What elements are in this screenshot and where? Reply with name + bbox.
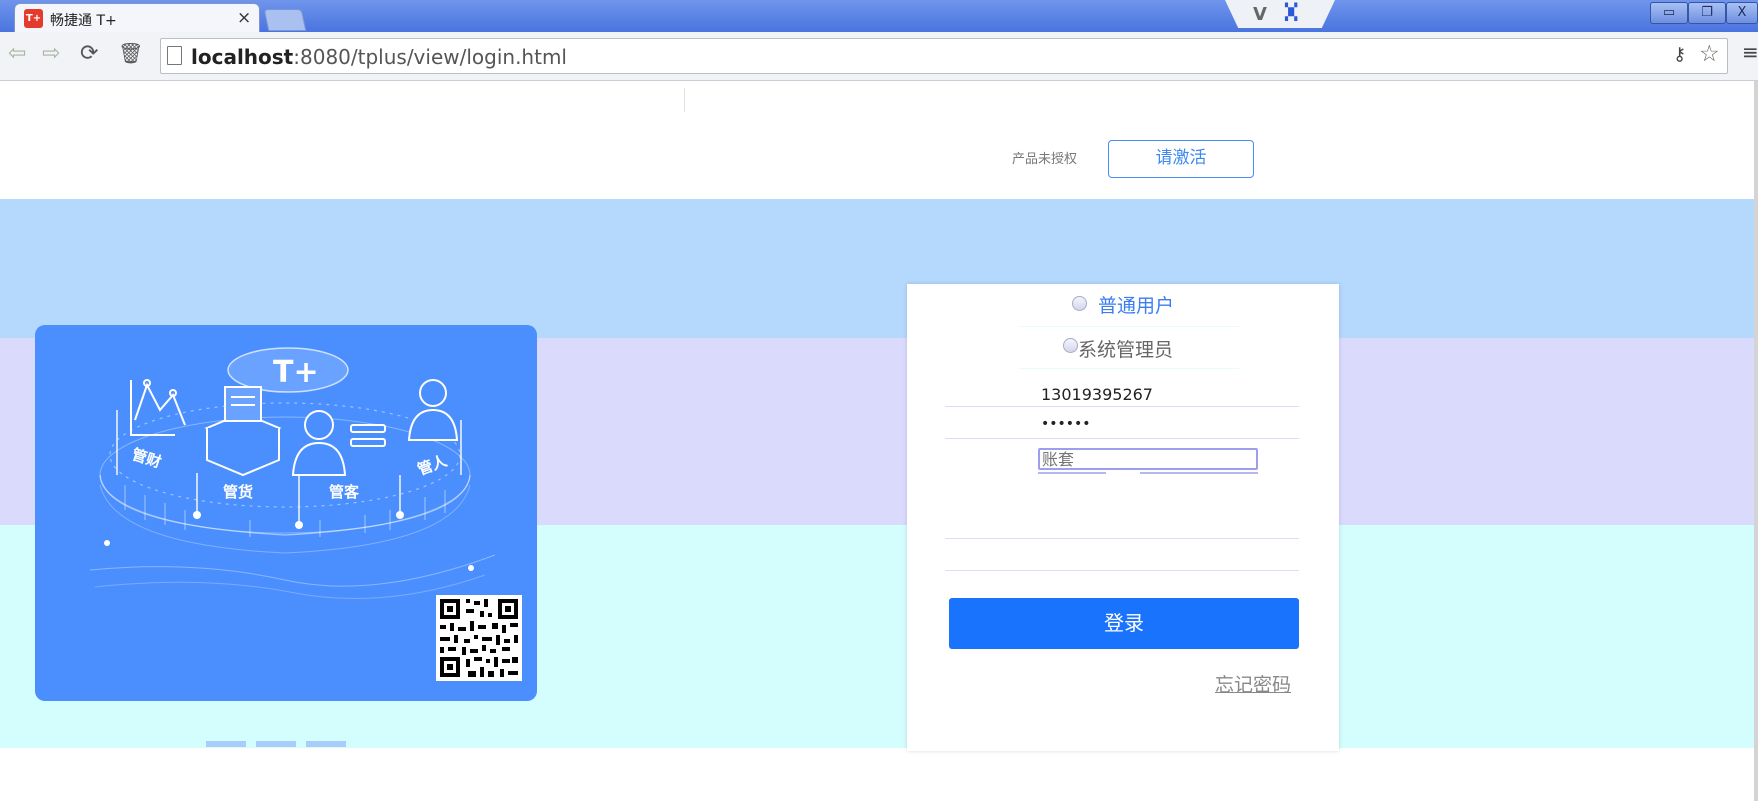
back-arrow-icon[interactable]: ⇦ xyxy=(8,41,26,66)
page-scrollbar[interactable] xyxy=(1754,81,1758,801)
role-divider xyxy=(1019,368,1239,369)
url-text[interactable]: localhost:8080/tplus/view/login.html xyxy=(191,45,567,69)
url-host: localhost xyxy=(191,45,294,69)
browser-toolbar: ⇦ ⇨ ⟳ 🗑 localhost:8080/tplus/view/login.… xyxy=(0,32,1758,81)
feature-label: 管人 xyxy=(415,451,450,479)
license-status-text: 产品未授权 xyxy=(1012,152,1078,167)
username-field[interactable]: 13019395267 xyxy=(1041,385,1153,404)
account-underline xyxy=(1038,472,1106,474)
promo-banner: T+ 管财 管货 管客 管人 xyxy=(35,325,537,701)
key-icon[interactable]: ⚷ xyxy=(1673,44,1686,65)
extension-qr-icon[interactable]: ▚▞ ▞▚ xyxy=(1285,3,1305,23)
normal-user-label[interactable]: 普通用户 xyxy=(1098,291,1174,318)
tab-title: 畅捷通 T+ xyxy=(50,13,117,29)
menu-icon[interactable]: ≡ xyxy=(1742,40,1758,64)
carousel-dot[interactable] xyxy=(256,741,296,747)
minimize-button[interactable]: ▭ xyxy=(1650,2,1688,24)
close-window-button[interactable]: X xyxy=(1726,2,1758,24)
address-bar[interactable]: localhost:8080/tplus/view/login.html ⚷ ☆ xyxy=(160,38,1728,74)
admin-label[interactable]: 系统管理员 xyxy=(1078,335,1173,362)
new-tab-button[interactable] xyxy=(263,9,307,31)
password-field[interactable]: •••••• xyxy=(1041,416,1091,432)
username-underline xyxy=(945,406,1299,407)
qr-code-image xyxy=(436,595,522,681)
activate-button[interactable]: 请激活 xyxy=(1108,140,1254,178)
restore-button[interactable]: ❐ xyxy=(1688,2,1726,24)
tplus-favicon-icon: T+ xyxy=(24,9,43,28)
browser-tab[interactable]: T+ 畅捷通 T+ × xyxy=(14,3,260,33)
header-divider xyxy=(684,88,685,112)
role-divider xyxy=(1019,326,1239,327)
normal-user-radio[interactable] xyxy=(1072,296,1087,311)
trash-icon[interactable]: 🗑 xyxy=(118,41,143,65)
forward-arrow-icon[interactable]: ⇨ xyxy=(42,41,60,66)
background-band-top xyxy=(0,199,1754,338)
reload-icon[interactable]: ⟳ xyxy=(80,41,98,66)
field-underline xyxy=(945,570,1299,571)
feature-label: 管货 xyxy=(223,483,253,501)
carousel-dot[interactable] xyxy=(306,741,346,747)
extension-area: V ▚▞ ▞▚ xyxy=(1225,0,1335,28)
field-underline xyxy=(945,538,1299,539)
tab-close-icon[interactable]: × xyxy=(237,8,251,28)
promo-logo-text: T+ xyxy=(273,355,319,390)
page-icon xyxy=(167,46,182,65)
extension-v-icon[interactable]: V xyxy=(1253,4,1267,25)
url-path: :8080/tplus/view/login.html xyxy=(293,45,567,69)
account-underline xyxy=(1140,472,1258,474)
browser-titlebar: T+ 畅捷通 T+ × V ▚▞ ▞▚ ▭ ❐ X xyxy=(0,0,1758,33)
carousel-dot[interactable] xyxy=(206,741,246,747)
feature-label: 管客 xyxy=(329,483,360,501)
account-set-input[interactable] xyxy=(1038,448,1258,470)
login-button[interactable]: 登录 xyxy=(949,598,1299,649)
password-underline xyxy=(945,438,1299,439)
login-panel: 普通用户 系统管理员 13019395267 •••••• 登录 忘记密码 xyxy=(907,284,1339,751)
bookmark-star-icon[interactable]: ☆ xyxy=(1699,41,1720,67)
forgot-password-link[interactable]: 忘记密码 xyxy=(1215,670,1291,697)
feature-label: 管财 xyxy=(130,445,164,471)
admin-radio[interactable] xyxy=(1063,338,1078,353)
